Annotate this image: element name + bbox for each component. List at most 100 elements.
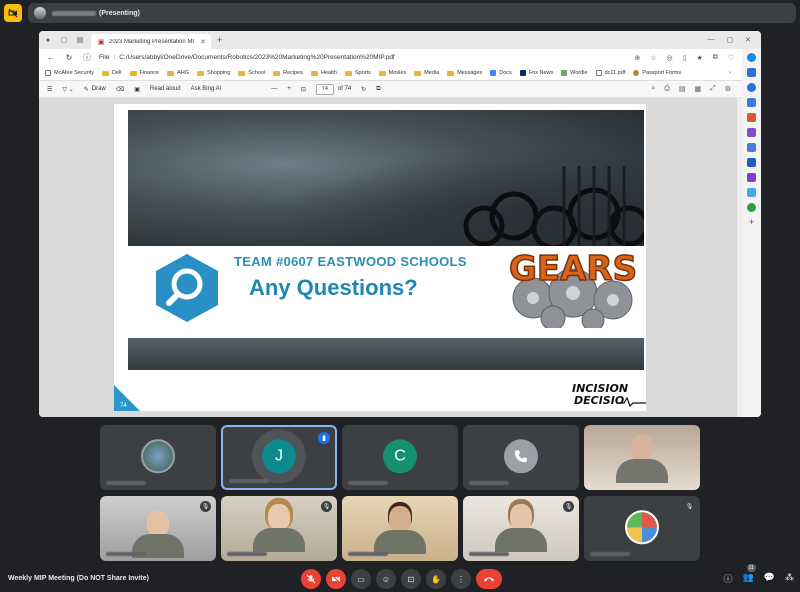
designer-icon[interactable] xyxy=(747,173,756,182)
people-icon[interactable] xyxy=(747,128,756,137)
zoom-out-icon[interactable]: — xyxy=(271,86,277,92)
bookmark-finance[interactable]: Finance xyxy=(129,70,159,76)
bookmark-fox-news[interactable]: Fox News xyxy=(519,70,553,76)
bookmark-messages[interactable]: Messages xyxy=(447,70,482,76)
camera-off-icon xyxy=(331,574,341,584)
workspaces-icon[interactable]: ▢ xyxy=(59,35,69,45)
back-icon[interactable]: ← xyxy=(45,53,57,62)
save-icon[interactable]: ▤ xyxy=(679,85,686,93)
participant-count-badge: 11 xyxy=(746,564,756,572)
copilot-icon[interactable] xyxy=(747,53,756,62)
bookmark-dell[interactable]: Dell xyxy=(102,70,122,76)
extensions-icon[interactable]: ◎ xyxy=(666,54,672,62)
save-as-icon[interactable]: ▦ xyxy=(694,85,701,93)
activities-icon[interactable]: ⁂ xyxy=(785,572,794,585)
print-icon[interactable]: ⎙ xyxy=(664,85,670,93)
bookmark-movies[interactable]: Movies xyxy=(378,70,406,76)
read-aloud-button[interactable]: Read aloud xyxy=(150,86,181,92)
bookmark-passport[interactable]: Passport Forms xyxy=(633,70,681,76)
bookmark-media[interactable]: Media xyxy=(414,70,439,76)
page-view-icon[interactable]: ▣ xyxy=(134,86,140,93)
fullscreen-icon[interactable]: ⤢ xyxy=(710,85,716,93)
outlook-icon[interactable] xyxy=(747,158,756,167)
highlight-icon[interactable]: ▽ ⌄ xyxy=(62,86,73,93)
two-page-icon[interactable]: ⧉ xyxy=(376,86,380,93)
mic-off-button[interactable] xyxy=(301,569,321,589)
participant-video-tile[interactable]: 🎙 xyxy=(221,496,337,561)
maximize-icon[interactable]: ▢ xyxy=(727,36,734,44)
phone-icon xyxy=(504,438,538,473)
zoom-in-icon[interactable]: + xyxy=(287,86,291,92)
close-window-icon[interactable]: ✕ xyxy=(745,36,751,44)
browser-essentials-icon[interactable]: ♡ xyxy=(728,54,734,62)
settings-icon[interactable]: ⚙ xyxy=(725,85,731,93)
captions-button[interactable]: ▭ xyxy=(351,569,371,589)
favorites-icon[interactable]: ★ xyxy=(696,54,702,62)
page-number-input[interactable]: 74 xyxy=(315,83,334,95)
tools-icon[interactable] xyxy=(747,113,756,122)
collections-icon[interactable]: ⧉ xyxy=(713,54,718,62)
split-screen-icon[interactable]: ▯ xyxy=(683,54,687,62)
favorite-star-icon[interactable]: ☆ xyxy=(650,54,656,62)
participant-video-tile[interactable] xyxy=(584,425,700,490)
new-tab-icon[interactable]: + xyxy=(217,35,222,45)
bookmark-school[interactable]: School xyxy=(238,70,265,76)
games-icon[interactable] xyxy=(747,143,756,152)
participant-video-tile[interactable]: 🎙 xyxy=(100,496,216,561)
bookmark-mcafee[interactable]: McAfee Security xyxy=(45,70,94,76)
add-sidebar-icon[interactable]: + xyxy=(747,218,756,227)
ask-bing-button[interactable]: Ask Bing AI xyxy=(191,86,222,92)
participant-tile-speaking[interactable]: J ▮ xyxy=(221,425,337,490)
bookmark-wordle[interactable]: Wordle xyxy=(561,70,588,76)
participant-tile[interactable] xyxy=(100,425,216,490)
leave-call-button[interactable] xyxy=(476,569,502,589)
presenter-banner[interactable]: (Presenting) xyxy=(28,3,796,23)
draw-button[interactable]: ✎ Draw xyxy=(84,86,106,93)
camera-off-icon[interactable] xyxy=(4,4,22,22)
bell-icon[interactable] xyxy=(747,68,756,77)
rotate-icon[interactable]: ↻ xyxy=(361,86,366,93)
present-button[interactable]: ⊡ xyxy=(401,569,421,589)
participant-tile[interactable]: C xyxy=(342,425,458,490)
pdf-viewer[interactable]: TEAM #0607 EASTWOOD SCHOOLS Any Question… xyxy=(39,98,737,417)
bookmark-sports[interactable]: Sports xyxy=(344,70,371,76)
tree-icon[interactable] xyxy=(747,203,756,212)
search-sidebar-icon[interactable] xyxy=(747,83,756,92)
bookmark-ahg[interactable]: AHG xyxy=(167,70,189,76)
raise-hand-button[interactable]: ✋ xyxy=(426,569,446,589)
zoom-icon[interactable]: ⊕ xyxy=(634,54,640,62)
emoji-button[interactable]: ☺ xyxy=(376,569,396,589)
contents-icon[interactable]: ☰ xyxy=(47,86,52,93)
erase-icon[interactable]: ⌫ xyxy=(116,86,124,93)
chat-icon[interactable]: 💬 xyxy=(764,572,775,585)
meeting-info-icon[interactable]: ⓘ xyxy=(724,572,733,585)
search-icon[interactable]: ⌕ xyxy=(651,85,655,93)
bookmark-shopping[interactable]: Shopping xyxy=(197,70,230,76)
drop-icon[interactable] xyxy=(747,188,756,197)
participant-tile[interactable]: 🎙 xyxy=(584,496,700,561)
fit-page-icon[interactable]: ⊡ xyxy=(301,86,306,93)
tab-title: 2023 Marketing Presentation MI xyxy=(109,38,195,45)
minimize-icon[interactable]: — xyxy=(708,36,715,44)
more-options-button[interactable]: ⋮ xyxy=(451,569,471,589)
participant-tile[interactable] xyxy=(463,425,579,490)
more-vert-icon: ⋮ xyxy=(457,574,465,584)
url-field[interactable]: ⓘ File | C:/Users/abbyl/OneDrive/Documen… xyxy=(81,51,634,64)
tab-close-icon[interactable]: ✕ xyxy=(200,38,206,46)
tab-actions-icon[interactable]: ▤ xyxy=(75,35,85,45)
tab-pdf[interactable]: ▣ 2023 Marketing Presentation MI ✕ xyxy=(91,34,211,49)
bookmark-docs[interactable]: Docs xyxy=(490,70,512,76)
present-icon: ⊡ xyxy=(407,574,415,584)
people-button[interactable]: 👥 11 xyxy=(743,564,756,585)
bookmark-dc11[interactable]: dc11.pdf xyxy=(595,70,625,76)
camera-off-button[interactable] xyxy=(326,569,346,589)
shopping-tag-icon[interactable] xyxy=(747,98,756,107)
url-scheme-label: File xyxy=(99,54,110,61)
participant-video-tile[interactable]: 🎙 xyxy=(463,496,579,561)
info-icon[interactable]: ⓘ xyxy=(81,52,93,63)
bookmark-recipes[interactable]: Recipes xyxy=(273,70,303,76)
profile-icon[interactable]: ● xyxy=(43,35,53,45)
participant-video-tile[interactable] xyxy=(342,496,458,561)
refresh-icon[interactable]: ↻ xyxy=(63,53,75,62)
bookmark-health[interactable]: Health xyxy=(310,70,337,76)
